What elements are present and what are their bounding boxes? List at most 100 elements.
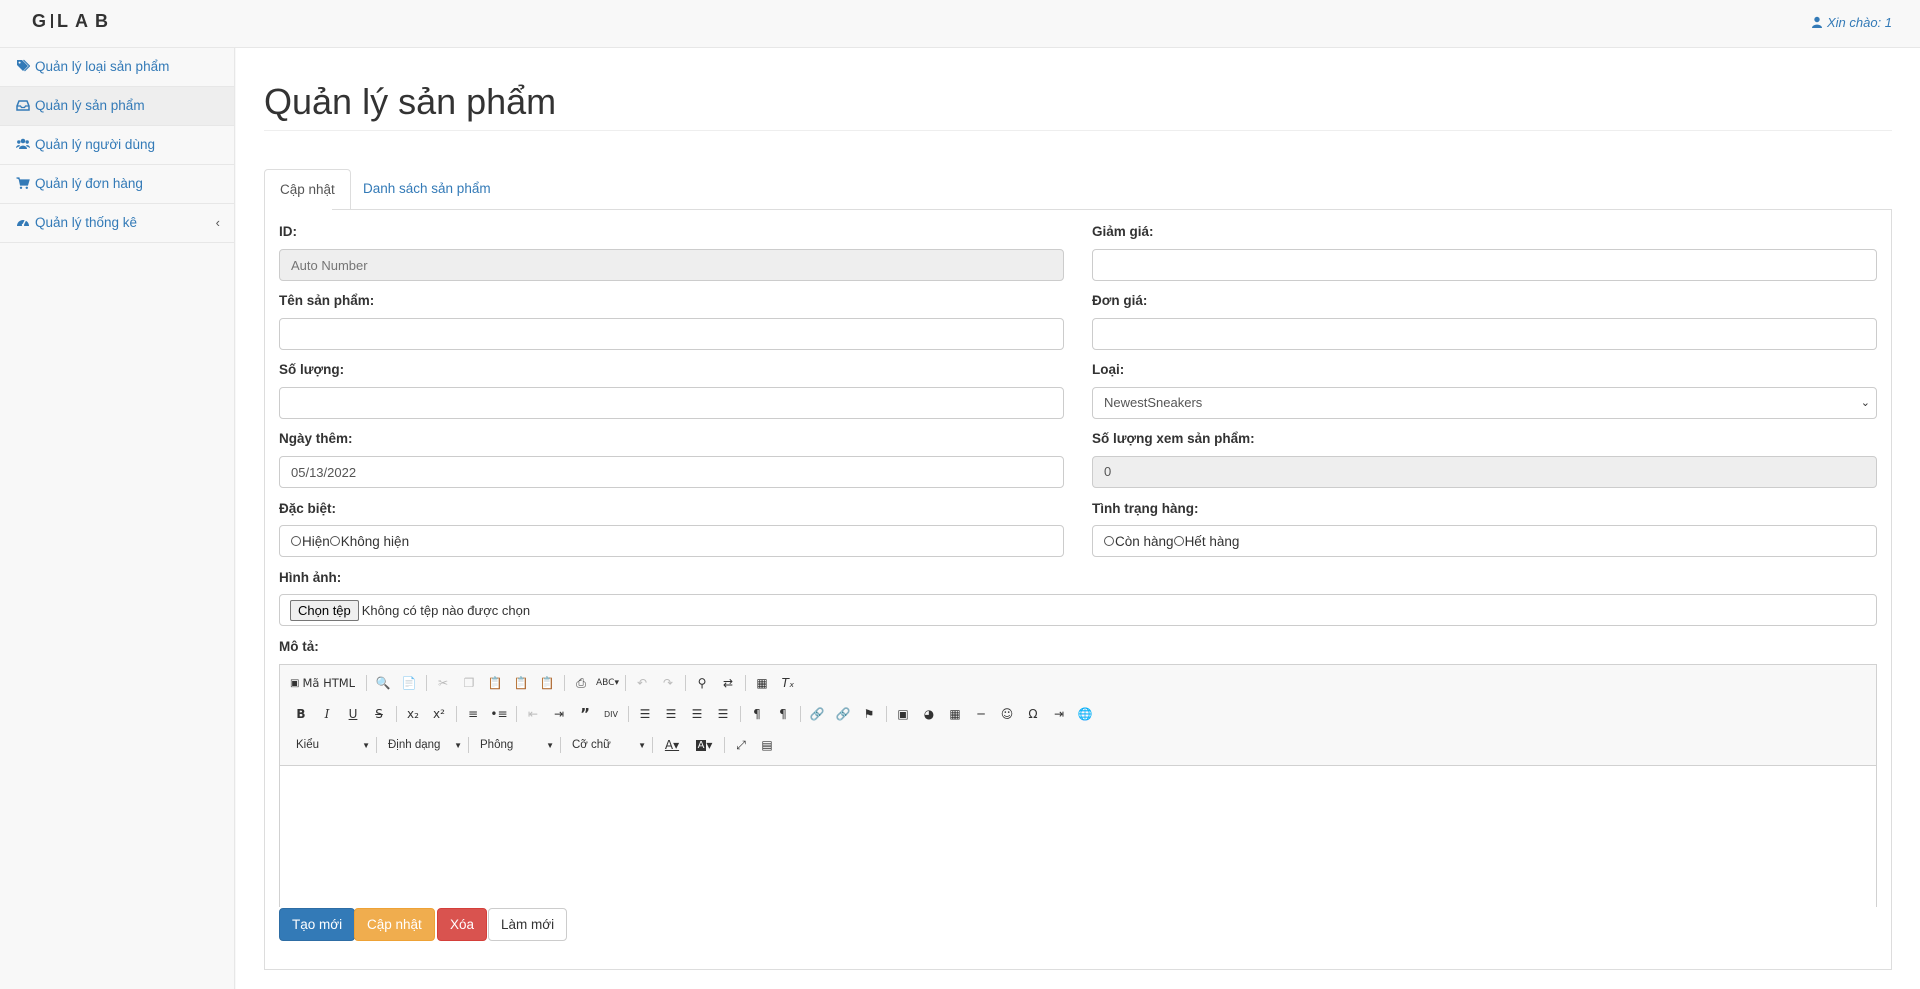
copy-icon[interactable]: ❐ bbox=[458, 672, 480, 694]
delete-button[interactable]: Xóa bbox=[437, 908, 488, 941]
rich-text-editor: ▣ Mã HTML 🔍 📄 ✂ ❐ 📋 📋 📋 ⎙ ABC▾ ↶ ↷ ⚲ ⇄ ▦… bbox=[279, 664, 1877, 907]
update-button[interactable]: Cập nhật bbox=[354, 908, 435, 941]
product-name-field[interactable] bbox=[279, 318, 1064, 350]
editor-toolbar: ▣ Mã HTML 🔍 📄 ✂ ❐ 📋 📋 📋 ⎙ ABC▾ ↶ ↷ ⚲ ⇄ ▦… bbox=[280, 665, 1876, 766]
source-button[interactable]: ▣ Mã HTML bbox=[290, 672, 360, 694]
toolbar-separator bbox=[426, 675, 427, 691]
toolbar-separator bbox=[886, 706, 887, 722]
quantity-field[interactable] bbox=[279, 387, 1064, 419]
align-left-icon[interactable]: ☰ bbox=[634, 703, 656, 725]
horizontal-line-icon[interactable]: ─ bbox=[970, 703, 992, 725]
preview-icon[interactable]: 🔍 bbox=[372, 672, 394, 694]
numbered-list-icon[interactable]: ≡ bbox=[462, 703, 484, 725]
tab-product-list[interactable]: Danh sách sản phẩm bbox=[348, 169, 506, 210]
table-icon[interactable]: ▦ bbox=[944, 703, 966, 725]
reset-button[interactable]: Làm mới bbox=[488, 908, 568, 941]
special-char-icon[interactable]: Ω bbox=[1022, 703, 1044, 725]
maximize-icon[interactable]: ⤢ bbox=[730, 734, 752, 756]
chevron-down-icon: ⌄ bbox=[1860, 397, 1870, 409]
special-option-show[interactable]: Hiện bbox=[291, 534, 330, 549]
print-icon[interactable]: ⎙ bbox=[570, 672, 592, 694]
sidebar-item-categories[interactable]: Quản lý loại sản phẩm bbox=[0, 48, 234, 87]
format-combo[interactable]: Định dạng ▼ bbox=[382, 734, 466, 756]
unit-price-field[interactable] bbox=[1092, 318, 1877, 350]
iframe-globe-icon[interactable]: 🌐 bbox=[1074, 703, 1096, 725]
sidebar-item-users[interactable]: Quản lý người dùng bbox=[0, 126, 234, 165]
outdent-icon[interactable]: ⇤ bbox=[522, 703, 544, 725]
undo-icon[interactable]: ↶ bbox=[631, 672, 653, 694]
radio-label: Hiện bbox=[302, 534, 330, 549]
font-combo[interactable]: Phông ▼ bbox=[474, 734, 558, 756]
superscript-icon[interactable]: x² bbox=[428, 703, 450, 725]
user-greeting[interactable]: Xin chào: 1 bbox=[1811, 15, 1892, 30]
sidebar-item-orders[interactable]: Quản lý đơn hàng bbox=[0, 165, 234, 204]
category-select[interactable]: NewestSneakers ⌄ bbox=[1092, 387, 1877, 419]
toolbar-separator bbox=[800, 706, 801, 722]
flash-icon[interactable]: ◕ bbox=[918, 703, 940, 725]
show-blocks-icon[interactable]: ▤ bbox=[756, 734, 778, 756]
bold-icon[interactable]: B bbox=[290, 703, 312, 725]
radio-icon[interactable] bbox=[291, 536, 301, 546]
stock-option-in-stock[interactable]: Còn hàng bbox=[1104, 534, 1174, 549]
tab-update[interactable]: Cập nhật bbox=[264, 169, 351, 210]
cut-icon[interactable]: ✂ bbox=[432, 672, 454, 694]
special-option-hide[interactable]: Không hiện bbox=[329, 534, 409, 549]
toolbar-separator bbox=[564, 675, 565, 691]
editor-content-area[interactable] bbox=[280, 767, 1876, 907]
inbox-icon bbox=[16, 100, 30, 111]
font-size-combo[interactable]: Cỡ chữ ▼ bbox=[566, 734, 650, 756]
radio-icon[interactable] bbox=[1173, 536, 1184, 546]
paste-icon[interactable]: 📋 bbox=[484, 672, 506, 694]
ltr-icon[interactable]: ¶ bbox=[746, 703, 768, 725]
paste-text-icon[interactable]: 📋 bbox=[510, 672, 532, 694]
toolbar-separator bbox=[724, 737, 725, 753]
anchor-flag-icon[interactable]: ⚑ bbox=[858, 703, 880, 725]
brand-logo[interactable]: G LAB bbox=[32, 11, 115, 32]
align-right-icon[interactable]: ☰ bbox=[686, 703, 708, 725]
discount-field[interactable] bbox=[1092, 249, 1877, 281]
choose-file-button[interactable]: Chọn tệp bbox=[290, 600, 359, 621]
subscript-icon[interactable]: x₂ bbox=[402, 703, 424, 725]
toolbar-separator bbox=[560, 737, 561, 753]
align-center-icon[interactable]: ☰ bbox=[660, 703, 682, 725]
radio-label: Hết hàng bbox=[1184, 534, 1240, 549]
toolbar-separator bbox=[744, 675, 746, 691]
blockquote-icon[interactable]: ” bbox=[574, 703, 596, 725]
redo-icon[interactable]: ↷ bbox=[657, 672, 679, 694]
smiley-icon[interactable]: ☺ bbox=[996, 703, 1018, 725]
link-icon[interactable]: 🔗 bbox=[806, 703, 828, 725]
align-justify-icon[interactable]: ☰ bbox=[712, 703, 734, 725]
unlink-icon[interactable]: 🔗 bbox=[832, 703, 854, 725]
brand-left: G bbox=[32, 11, 54, 31]
sidebar-item-products[interactable]: Quản lý sản phẩm bbox=[0, 87, 234, 126]
indent-icon[interactable]: ⇥ bbox=[548, 703, 570, 725]
replace-icon[interactable]: ⇄ bbox=[717, 672, 739, 694]
sidebar-item-label: Quản lý thống kê bbox=[35, 215, 138, 230]
remove-format-icon[interactable]: Tₓ bbox=[777, 672, 799, 694]
find-icon[interactable]: ⚲ bbox=[691, 672, 713, 694]
date-added-field[interactable] bbox=[279, 456, 1064, 488]
image-icon[interactable]: ▣ bbox=[892, 703, 914, 725]
create-button[interactable]: Tạo mới bbox=[279, 908, 356, 941]
rtl-icon[interactable]: ¶ bbox=[772, 703, 794, 725]
strikethrough-icon[interactable]: S bbox=[368, 703, 390, 725]
text-color-icon[interactable]: A▾ bbox=[658, 734, 686, 756]
toolbar-separator bbox=[628, 706, 629, 722]
sidebar-item-statistics[interactable]: Quản lý thống kê ‹ bbox=[0, 204, 234, 243]
radio-icon[interactable] bbox=[1104, 536, 1114, 546]
italic-icon[interactable]: I bbox=[316, 703, 338, 725]
template-icon[interactable]: 📄 bbox=[398, 672, 420, 694]
select-all-icon[interactable]: ▦ bbox=[751, 672, 773, 694]
toolbar-separator bbox=[366, 675, 367, 691]
radio-icon[interactable] bbox=[329, 536, 340, 546]
styles-combo[interactable]: Kiểu ▼ bbox=[290, 734, 374, 756]
bulleted-list-icon[interactable]: •≡ bbox=[488, 703, 510, 725]
div-container-icon[interactable]: DIV bbox=[600, 703, 622, 725]
background-color-icon[interactable]: A ▾ bbox=[690, 734, 718, 756]
underline-icon[interactable]: U bbox=[342, 703, 364, 725]
page-break-icon[interactable]: ⇥ bbox=[1048, 703, 1070, 725]
spellcheck-icon[interactable]: ABC▾ bbox=[596, 672, 619, 694]
paste-word-icon[interactable]: 📋 bbox=[536, 672, 558, 694]
source-label: Mã HTML bbox=[302, 676, 356, 690]
stock-option-out-of-stock[interactable]: Hết hàng bbox=[1173, 534, 1240, 549]
